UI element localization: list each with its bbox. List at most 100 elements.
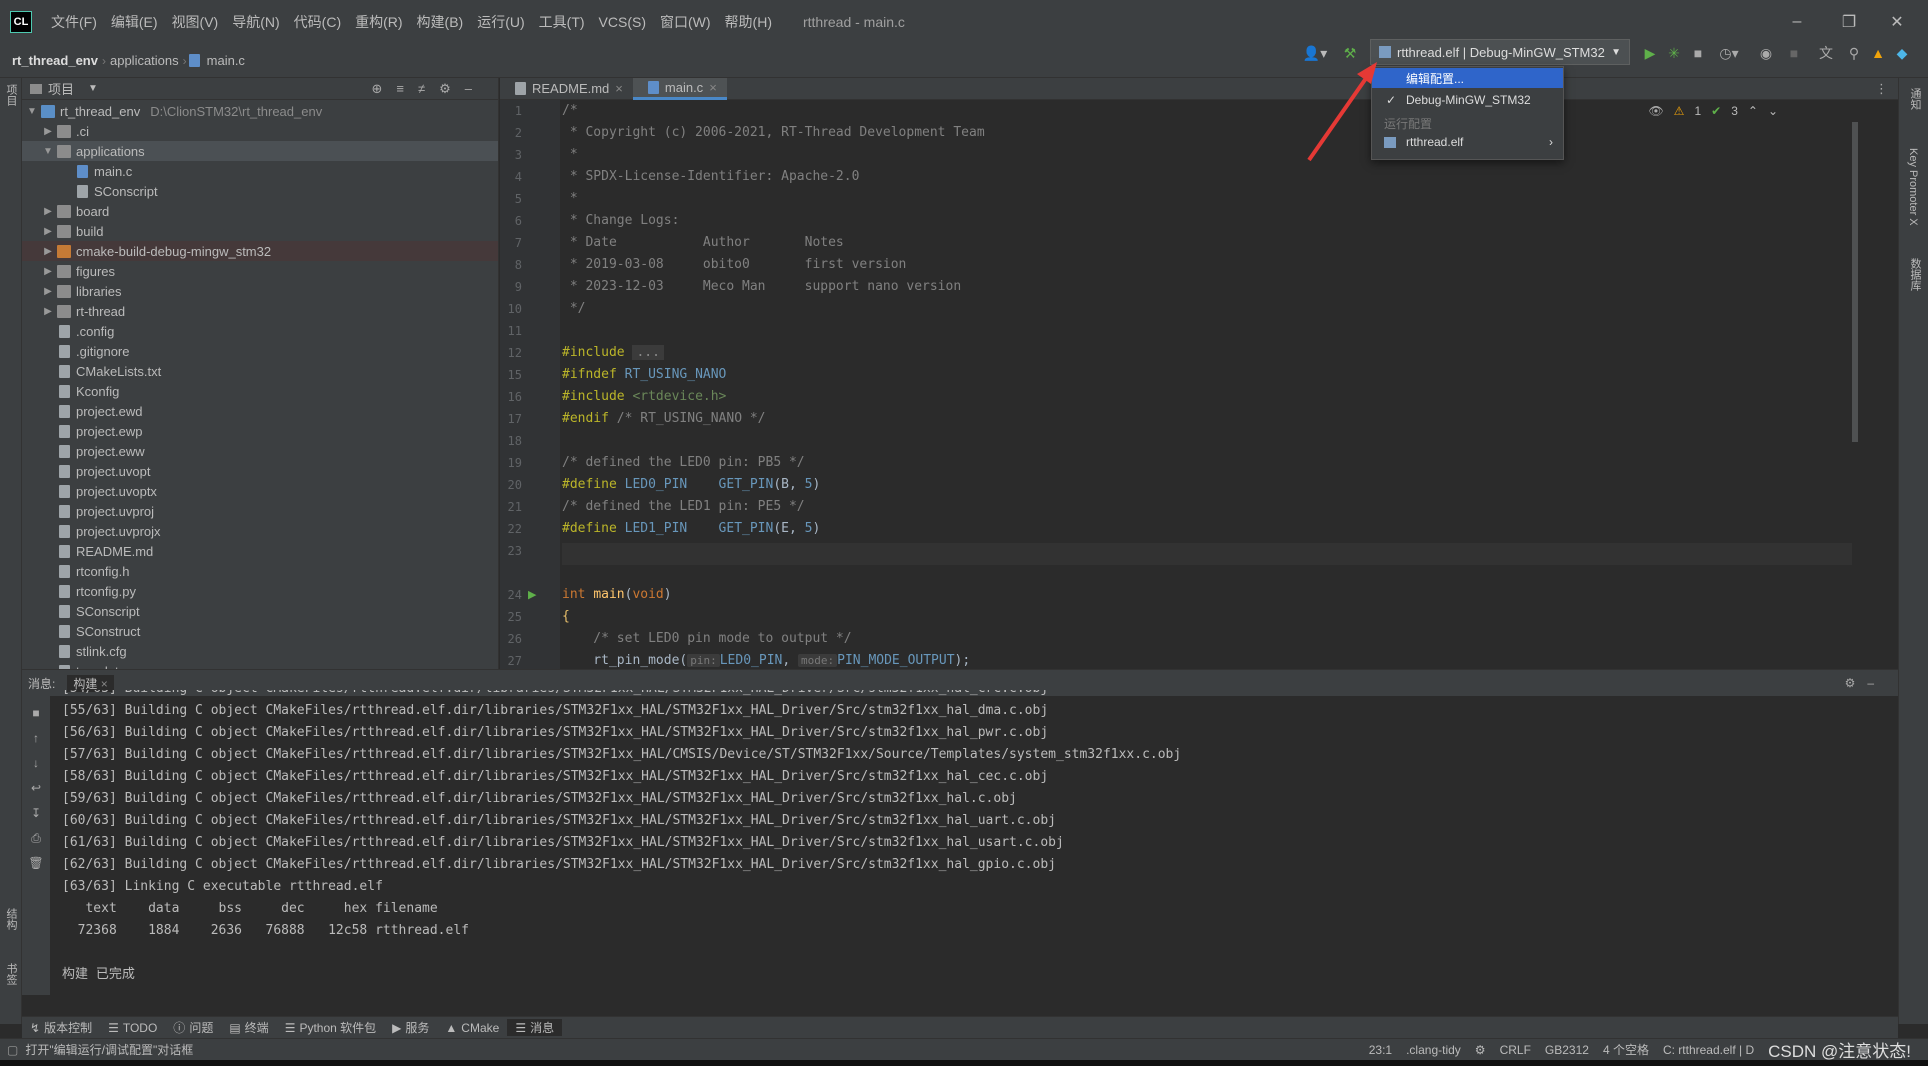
collapsed-arrow-icon[interactable]: ▶ [42,226,54,237]
tab-readme[interactable]: README.md × [500,78,633,100]
tree-root[interactable]: ▼ rt_thread_env D:\ClionSTM32\rt_thread_… [22,101,498,121]
expanded-arrow-icon[interactable]: ▼ [42,146,54,157]
tree-item[interactable]: main.c [22,161,498,181]
tree-item[interactable]: ▶ board [22,201,498,221]
collapsed-arrow-icon[interactable]: ▶ [42,266,54,277]
expanded-arrow-icon[interactable]: ▼ [26,106,38,117]
tree-item[interactable]: .gitignore [22,341,498,361]
tree-item[interactable]: .config [22,321,498,341]
collapsed-arrow-icon[interactable]: ▶ [42,206,54,217]
menu-window[interactable]: 窗口(W) [653,0,718,44]
chevron-up-icon[interactable]: ⌃ [1748,104,1758,118]
menu-refactor[interactable]: 重构(R) [348,0,409,44]
structure-tool-tab[interactable]: 结构 [3,908,19,930]
plugin-icon[interactable]: ◆ [1892,43,1912,63]
tool-messages[interactable]: ☰ 消息 [507,1019,563,1036]
run-config-selector[interactable]: rtthread.elf | Debug-MinGW_STM32 ▼ [1370,39,1630,65]
tree-item[interactable]: SConscript [22,601,498,621]
search-icon[interactable]: ⚲ [1844,43,1864,63]
tree-item[interactable]: ▶ rt-thread [22,301,498,321]
line-separator[interactable]: CRLF [1493,1043,1538,1057]
build-output[interactable]: [54/63] Building C object CMakeFiles/rtt… [62,690,1882,990]
menu-vcs[interactable]: VCS(S) [592,0,653,44]
close-icon[interactable]: × [615,81,623,96]
tree-item[interactable]: project.uvopt [22,461,498,481]
run-icon[interactable]: ▶ [1640,43,1660,63]
tool-vcs[interactable]: ↯ 版本控制 [22,1019,100,1036]
chevron-down-icon[interactable]: ⌄ [1768,104,1778,118]
tree-item[interactable]: ▶ cmake-build-debug-mingw_stm32 [22,241,498,261]
debug-config-item[interactable]: ✓ Debug-MinGW_STM32 [1372,90,1563,110]
tool-problems[interactable]: ⓘ 问题 [165,1019,221,1036]
file-encoding[interactable]: GB2312 [1538,1043,1596,1057]
down-arrow-icon[interactable]: ↓ [28,756,44,772]
notifications-tool-tab[interactable]: 通知 [1907,88,1923,110]
trash-icon[interactable]: 🗑 [28,856,44,872]
stop-icon[interactable]: ■ [1784,43,1804,63]
tree-item[interactable]: ▶ libraries [22,281,498,301]
tree-item[interactable]: project.ewd [22,401,498,421]
reader-mode-icon[interactable]: 👁 [1648,104,1663,118]
project-tool-tab[interactable]: 项目 [3,84,19,106]
tree-item[interactable]: SConstruct [22,621,498,641]
menu-help[interactable]: 帮助(H) [718,0,779,44]
minimize-icon[interactable]: – [1774,0,1820,44]
tree-item[interactable]: SConscript [22,181,498,201]
coverage-icon[interactable]: ■ [1688,43,1708,63]
translate-icon[interactable]: 文 [1816,43,1836,63]
menu-navigate[interactable]: 导航(N) [225,0,286,44]
tab-build[interactable]: 构建 × [67,674,114,692]
tree-item[interactable]: project.uvproj [22,501,498,521]
tab-main-c[interactable]: main.c × [632,77,727,100]
debug-icon[interactable]: ✳ [1664,43,1684,63]
attach-icon[interactable]: ◉ [1756,43,1776,63]
run-gutter-icon[interactable]: ▶ [528,588,536,601]
bookmarks-tool-tab[interactable]: 书签 [3,963,19,985]
key-promoter-tool-tab[interactable]: Key Promoter X [1907,148,1919,226]
menu-code[interactable]: 代码(C) [287,0,348,44]
stop-icon[interactable]: ■ [28,706,44,722]
caret-position[interactable]: 23:1 [1362,1043,1399,1057]
tool-cmake[interactable]: ▲ CMake [437,1021,507,1035]
gear-icon[interactable]: ⚙ [1468,1043,1493,1057]
breadcrumb-folder[interactable]: applications [106,53,183,68]
menu-build[interactable]: 构建(B) [410,0,471,44]
breadcrumb-project[interactable]: rt_thread_env [0,53,102,68]
more-tabs-icon[interactable]: ⋮ [1875,81,1888,97]
tree-item[interactable]: project.eww [22,441,498,461]
code-area[interactable]: /* * Copyright (c) 2006-2021, RT-Thread … [562,100,1892,669]
profiler-icon[interactable]: ◷▾ [1714,43,1744,63]
panel-actions[interactable]: ⊕≡≠⚙– [372,81,487,97]
tree-item[interactable]: CMakeLists.txt [22,361,498,381]
tree-item[interactable]: project.uvprojx [22,521,498,541]
database-tool-tab[interactable]: 数据库 [1907,258,1923,291]
collapsed-arrow-icon[interactable]: ▶ [42,306,54,317]
update-icon[interactable]: ▲ [1868,43,1888,63]
tree-item[interactable]: ▼ applications [22,141,498,161]
edit-configurations-item[interactable]: 编辑配置... [1372,68,1563,88]
menu-view[interactable]: 视图(V) [165,0,226,44]
up-arrow-icon[interactable]: ↑ [28,731,44,747]
tree-item[interactable]: README.md [22,541,498,561]
tool-services[interactable]: ▶ 服务 [384,1019,437,1036]
close-icon[interactable]: × [101,677,108,691]
close-icon[interactable]: × [709,80,717,95]
tool-terminal[interactable]: ▤ 终端 [221,1019,276,1036]
menu-edit[interactable]: 编辑(E) [104,0,165,44]
tree-item[interactable]: stlink.cfg [22,641,498,661]
tree-item[interactable]: project.ewp [22,421,498,441]
scroll-to-end-icon[interactable]: ↧ [28,806,44,822]
resolve-context[interactable]: C: rtthread.elf | D [1656,1043,1761,1057]
tree-item[interactable]: ▶ build [22,221,498,241]
tree-item[interactable]: ▶ figures [22,261,498,281]
menu-tools[interactable]: 工具(T) [532,0,592,44]
tool-todo[interactable]: ☰ TODO [100,1021,165,1035]
indent-setting[interactable]: 4 个空格 [1596,1041,1656,1058]
chevron-down-icon[interactable]: ▼ [88,83,98,94]
menu-file[interactable]: 文件(F) [44,0,104,44]
menu-run[interactable]: 运行(U) [470,0,531,44]
collapsed-arrow-icon[interactable]: ▶ [42,246,54,257]
project-panel-title[interactable]: 项目 [48,79,74,98]
tree-item[interactable]: Kconfig [22,381,498,401]
tree-item[interactable]: rtconfig.py [22,581,498,601]
